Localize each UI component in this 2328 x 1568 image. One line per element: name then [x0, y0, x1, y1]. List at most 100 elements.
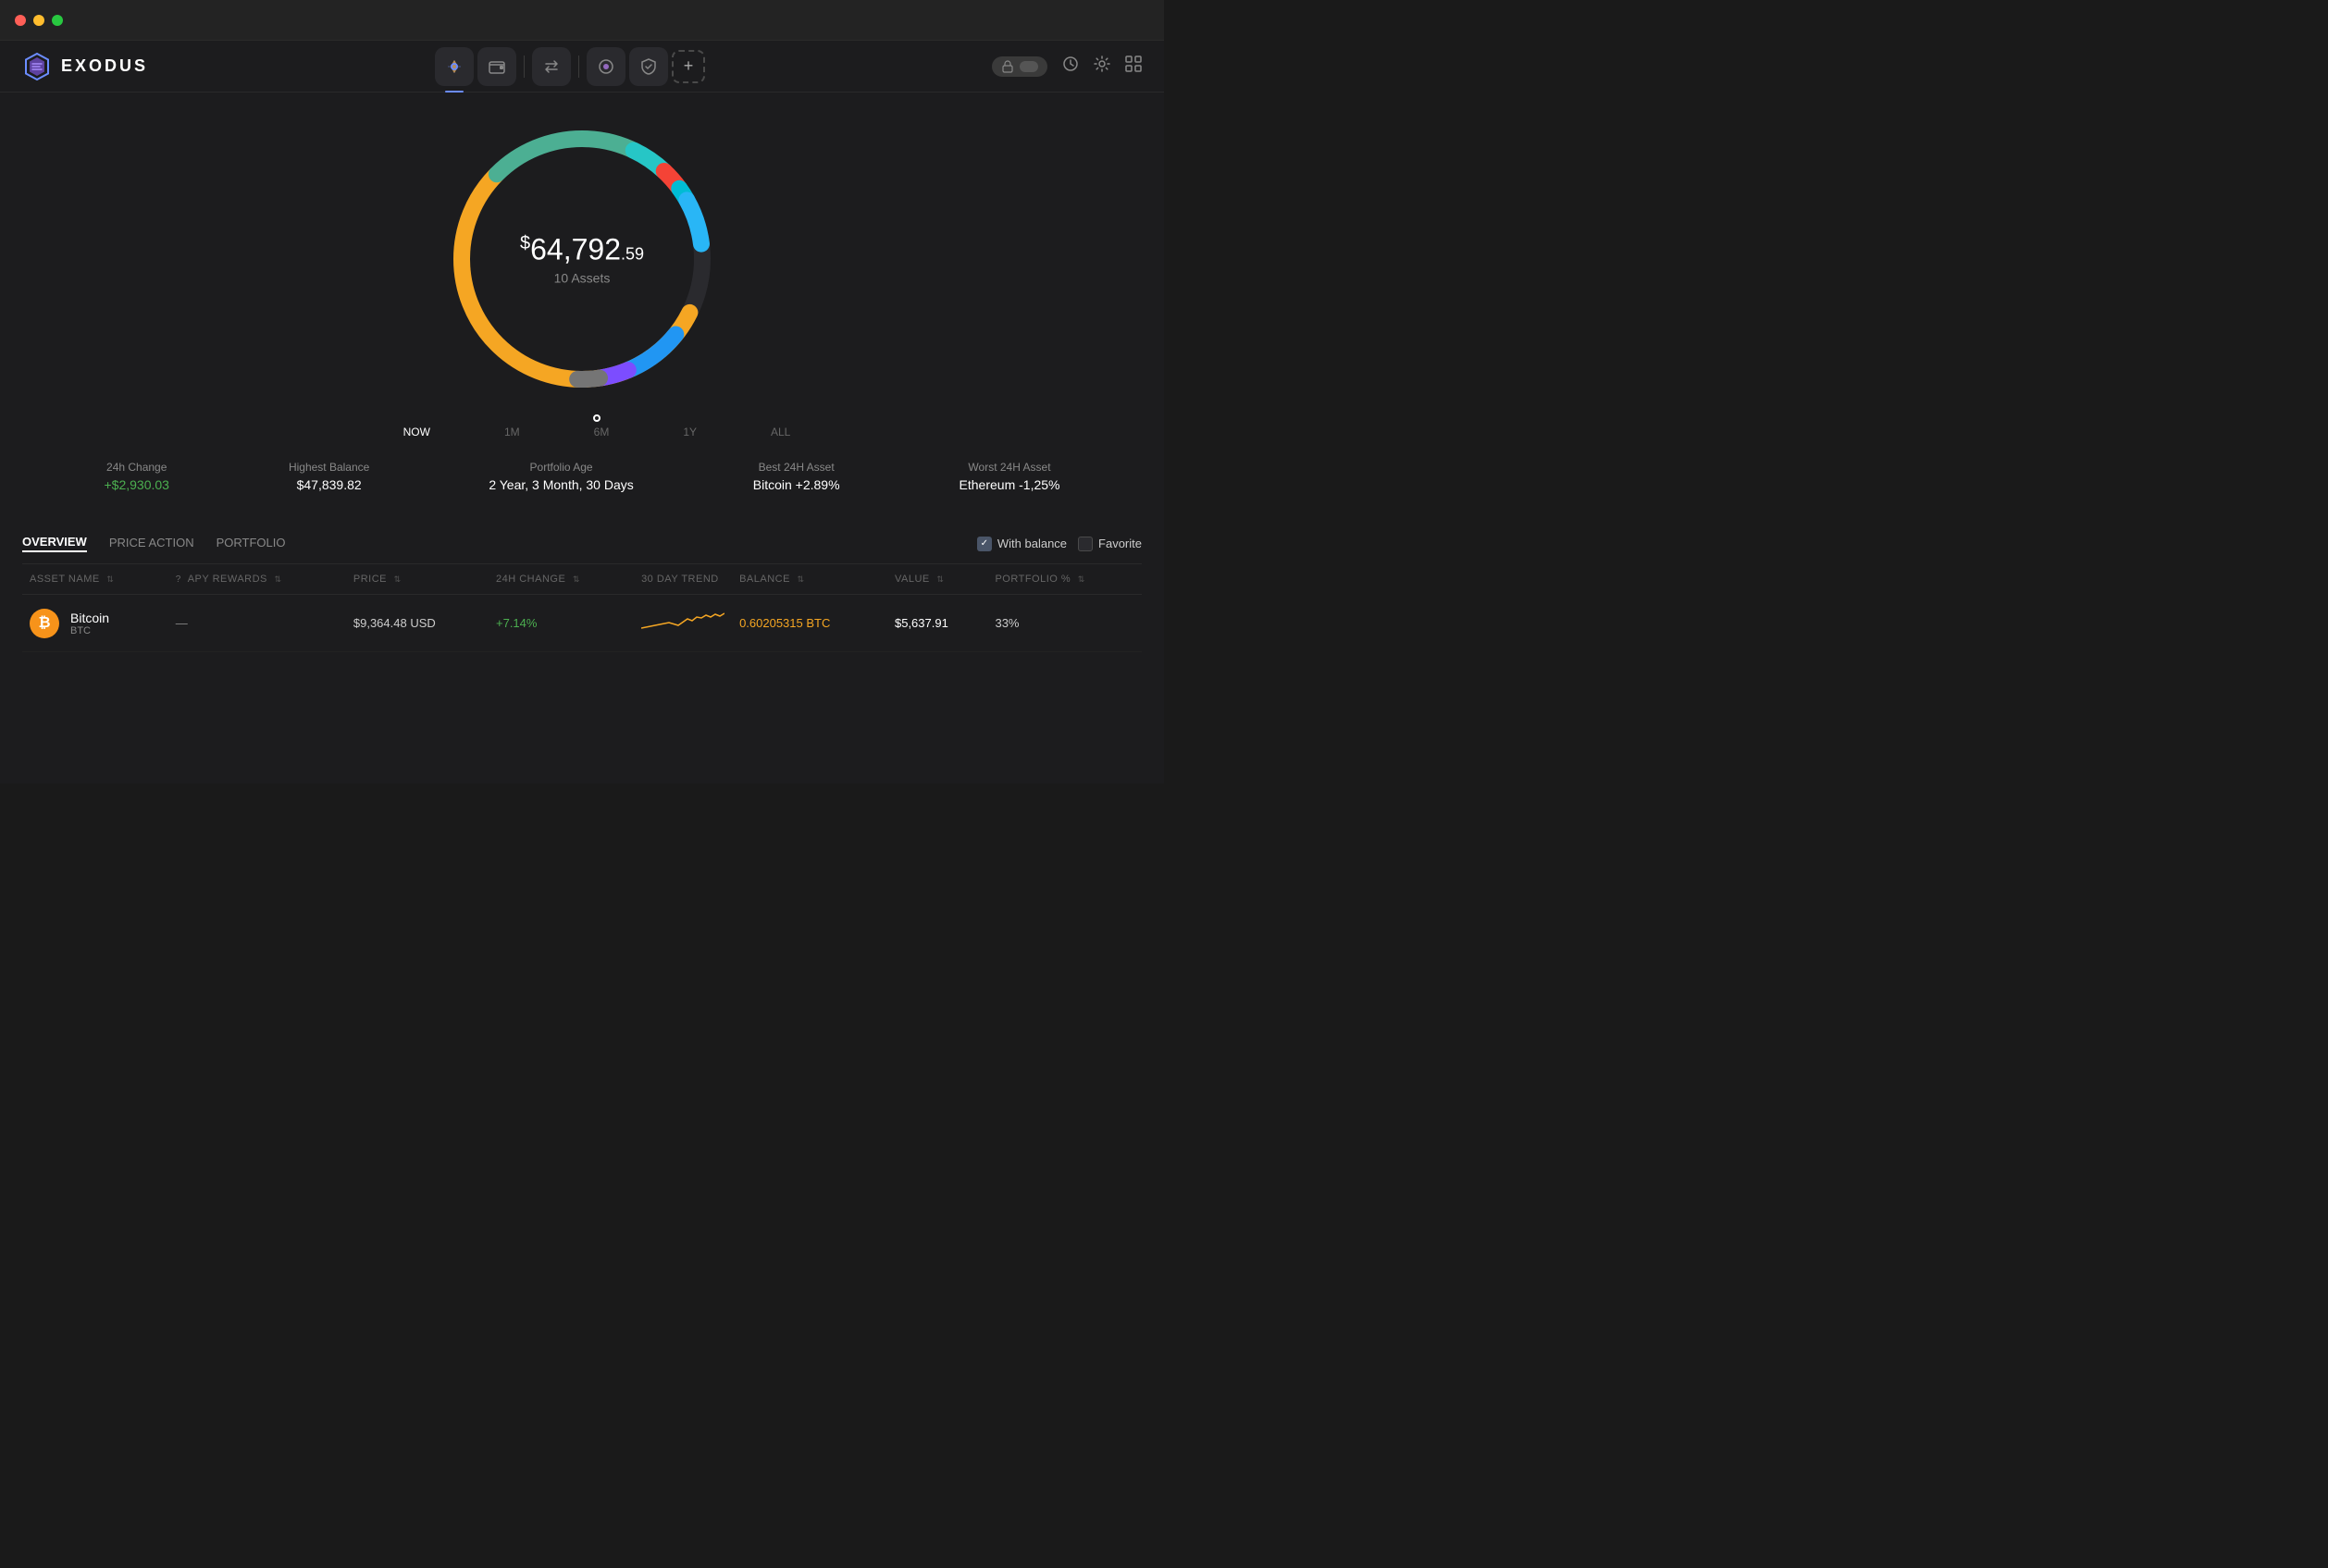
stat-portfolio-age-label: Portfolio Age [489, 461, 633, 474]
asset-ticker: BTC [70, 625, 109, 636]
lock-toggle[interactable] [992, 56, 1047, 77]
table-header-row: ASSET NAME ⇅ ? APY REWARDS ⇅ PRICE ⇅ [22, 564, 1142, 595]
nav-nifty-btn[interactable] [587, 47, 625, 86]
table-body: ₿ Bitcoin BTC — $9,364.48 USD +7.14% [22, 595, 1142, 652]
favorite-label: Favorite [1098, 537, 1142, 550]
balance-cell: 0.60205315 BTC [732, 595, 887, 652]
settings-icon [1094, 56, 1110, 72]
nav-divider-1 [524, 56, 525, 78]
col-value[interactable]: VALUE ⇅ [887, 564, 987, 595]
settings-btn[interactable] [1094, 56, 1110, 77]
timeline-dot-now [593, 414, 601, 422]
timeline-1m[interactable]: 1M [504, 426, 520, 438]
timeline-section: NOW 1M 6M 1Y ALL [0, 414, 1164, 438]
history-btn[interactable] [1062, 56, 1079, 77]
stats-row: 24h Change +$2,930.03 Highest Balance $4… [0, 446, 1164, 507]
stat-best-asset-value: Bitcoin +2.89% [753, 477, 840, 492]
grid-icon [1125, 56, 1142, 72]
nav-right [992, 56, 1142, 77]
with-balance-label: With balance [997, 537, 1067, 550]
col-asset-name[interactable]: ASSET NAME ⇅ [22, 564, 168, 595]
col-value-sort-icon: ⇅ [936, 574, 944, 584]
stat-worst-asset: Worst 24H Asset Ethereum -1,25% [960, 461, 1060, 492]
apy-help-icon[interactable]: ? [176, 574, 181, 585]
portfolio-pct-cell: 33% [987, 595, 1142, 652]
apy-cell: — [168, 595, 346, 652]
traffic-lights [15, 15, 63, 26]
col-asset-name-sort-icon: ⇅ [106, 574, 114, 584]
titlebar [0, 0, 1164, 41]
col-price[interactable]: PRICE ⇅ [346, 564, 489, 595]
price-cell: $9,364.48 USD [346, 595, 489, 652]
top-nav: EXODUS [0, 41, 1164, 93]
earn-icon [639, 57, 658, 76]
timeline-all[interactable]: ALL [771, 426, 790, 438]
apps-btn[interactable] [1125, 56, 1142, 77]
portfolio-assets-count: 10 Assets [520, 271, 644, 286]
nav-exchange-btn[interactable] [532, 47, 571, 86]
timeline-1y[interactable]: 1Y [683, 426, 697, 438]
wallet-icon [488, 57, 506, 76]
lock-toggle-inner [1020, 61, 1038, 72]
col-30day-trend: 30 DAY TREND [634, 564, 732, 595]
history-icon [1062, 56, 1079, 72]
favorite-checkbox[interactable] [1078, 537, 1093, 551]
nav-center: + [435, 47, 705, 86]
nav-wallet-btn[interactable] [477, 47, 516, 86]
stat-best-asset-label: Best 24H Asset [753, 461, 840, 474]
portfolio-icon [445, 57, 464, 76]
btc-icon: ₿ [30, 609, 59, 638]
tab-price-action[interactable]: PRICE ACTION [109, 536, 194, 551]
value-cell: $5,637.91 [887, 595, 987, 652]
stat-24h-change: 24h Change +$2,930.03 [104, 461, 168, 492]
portfolio-section: $64,792.59 10 Assets NOW 1M 6M 1Y ALL [0, 93, 1164, 516]
col-apy-rewards[interactable]: ? APY REWARDS ⇅ [168, 564, 346, 595]
table-tabs: OVERVIEW PRICE ACTION PORTFOLIO ✓ With b… [22, 524, 1142, 564]
exchange-icon [542, 57, 561, 76]
nifty-icon [597, 57, 615, 76]
portfolio-value: $64,792.59 [520, 233, 644, 267]
tab-overview[interactable]: OVERVIEW [22, 535, 87, 552]
main-content: $64,792.59 10 Assets NOW 1M 6M 1Y ALL [0, 93, 1164, 784]
col-portfolio-pct[interactable]: PORTFOLIO % ⇅ [987, 564, 1142, 595]
exodus-logo-icon [22, 52, 52, 81]
nav-earn-btn[interactable] [629, 47, 668, 86]
donut-chart-container: $64,792.59 10 Assets [434, 111, 730, 407]
col-balance[interactable]: BALANCE ⇅ [732, 564, 887, 595]
stat-portfolio-age: Portfolio Age 2 Year, 3 Month, 30 Days [489, 461, 633, 492]
table-tabs-left: OVERVIEW PRICE ACTION PORTFOLIO [22, 535, 285, 552]
nav-portfolio-btn[interactable] [435, 47, 474, 86]
nav-add-btn[interactable]: + [672, 50, 705, 83]
nav-divider-2 [578, 56, 579, 78]
col-apy-sort-icon: ⇅ [274, 574, 281, 584]
table-filters: ✓ With balance Favorite [977, 537, 1142, 551]
filter-with-balance[interactable]: ✓ With balance [977, 537, 1067, 551]
with-balance-checkbox[interactable]: ✓ [977, 537, 992, 551]
col-24h-change[interactable]: 24H CHANGE ⇅ [489, 564, 634, 595]
stat-highest-balance: Highest Balance $47,839.82 [289, 461, 369, 492]
stat-worst-asset-value: Ethereum -1,25% [960, 477, 1060, 492]
logo-text: EXODUS [61, 56, 148, 76]
table-row[interactable]: ₿ Bitcoin BTC — $9,364.48 USD +7.14% [22, 595, 1142, 652]
col-change-sort-icon: ⇅ [573, 574, 580, 584]
portfolio-amount: $64,792.59 10 Assets [520, 233, 644, 286]
maximize-button[interactable] [52, 15, 63, 26]
stat-highest-balance-value: $47,839.82 [289, 477, 369, 492]
timeline-labels: NOW 1M 6M 1Y ALL [374, 426, 791, 438]
stat-highest-balance-label: Highest Balance [289, 461, 369, 474]
timeline-now[interactable]: NOW [403, 426, 430, 438]
btc-sparkline [641, 608, 724, 636]
minimize-button[interactable] [33, 15, 44, 26]
col-portfolio-sort-icon: ⇅ [1078, 574, 1085, 584]
lock-icon [1001, 60, 1014, 73]
asset-name-info: Bitcoin BTC [70, 611, 109, 636]
stat-24h-change-value: +$2,930.03 [104, 477, 168, 492]
table-section: OVERVIEW PRICE ACTION PORTFOLIO ✓ With b… [0, 524, 1164, 652]
asset-name-cell: ₿ Bitcoin BTC [22, 595, 168, 652]
filter-favorite[interactable]: Favorite [1078, 537, 1142, 551]
col-balance-sort-icon: ⇅ [797, 574, 804, 584]
timeline-dot-row [563, 414, 601, 422]
tab-portfolio[interactable]: PORTFOLIO [217, 536, 286, 551]
timeline-6m[interactable]: 6M [594, 426, 610, 438]
close-button[interactable] [15, 15, 26, 26]
